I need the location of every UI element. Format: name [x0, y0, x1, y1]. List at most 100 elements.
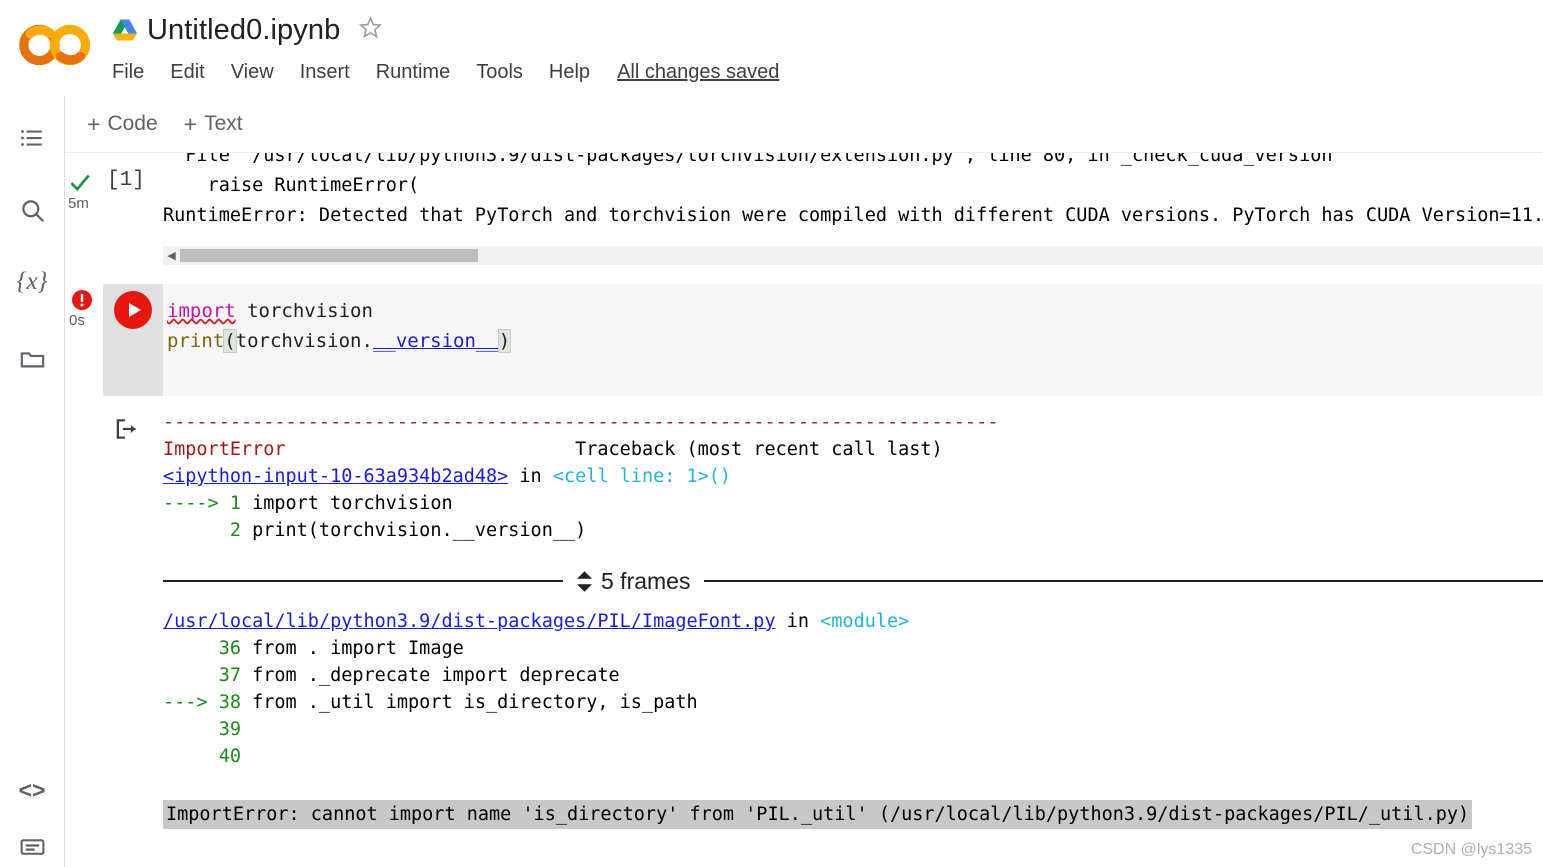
traceback-frame-2-code-line: 36 from . import Image — [163, 635, 1543, 662]
previous-output-line: File "/usr/local/lib/python3.9/dist-pack… — [163, 153, 1333, 166]
code-line-2: print(torchvision.__version__) — [167, 326, 1543, 356]
error-type-label: ImportError — [163, 439, 286, 460]
notebook-filename[interactable]: Untitled0.ipynb — [147, 14, 340, 47]
code-cell-gutter: 0s — [65, 284, 163, 396]
colab-logo[interactable] — [16, 14, 94, 76]
frames-rule-right — [704, 580, 1543, 582]
play-icon — [129, 303, 141, 317]
plus-icon: + — [87, 110, 101, 137]
list-icon — [21, 130, 42, 146]
frame-1-context: <cell line: 1>() — [552, 466, 732, 487]
previous-cell-runtime: 5m — [68, 195, 89, 212]
chevron-up-icon — [577, 570, 592, 579]
add-text-cell-button[interactable]: + Text — [184, 112, 243, 136]
add-text-label: Text — [204, 112, 243, 135]
frames-count-label: 5 frames — [601, 567, 691, 594]
dunder-version: __version__ — [372, 330, 499, 352]
cell-output: ----------------------------------------… — [65, 409, 1543, 839]
frame-2-lineno-40: 40 — [163, 746, 253, 767]
add-code-cell-button[interactable]: + Code — [87, 112, 158, 136]
frame-1-marker-1: ----> 1 — [163, 493, 253, 514]
traceback-frame-2-code-line: 40 — [163, 743, 1543, 770]
save-status-label[interactable]: All changes saved — [617, 61, 779, 84]
terminal-icon — [20, 838, 44, 855]
sidebar-item-terminal[interactable] — [14, 828, 50, 864]
frame-2-in: in — [775, 611, 821, 632]
previous-cell-gutter: 5m [1] — [65, 153, 163, 269]
frames-collapse-row[interactable]: 5 frames — [163, 560, 1543, 602]
previous-output-line: raise RuntimeError( — [163, 175, 420, 196]
left-sidebar-rail: {x} <> — [0, 96, 65, 867]
menu-bar: File Edit View Insert Runtime Tools Help… — [112, 56, 779, 88]
frame-2-lineno-38: ---> 38 — [163, 692, 253, 713]
scrollbar-thumb[interactable] — [180, 249, 478, 262]
traceback-frame-2-header: /usr/local/lib/python3.9/dist-packages/P… — [163, 608, 1543, 635]
folder-icon — [20, 351, 44, 367]
notebook-toolbar: + Code + Text — [65, 96, 1543, 153]
watermark-label: CSDN @lys1335 — [1410, 841, 1532, 858]
close-paren-highlight: ) — [497, 329, 512, 353]
sidebar-item-table-of-contents[interactable] — [14, 120, 50, 156]
menu-insert[interactable]: Insert — [287, 61, 363, 84]
menu-file[interactable]: File — [112, 61, 157, 84]
traceback-frame-2-code-line: 37 from ._deprecate import deprecate — [163, 662, 1543, 689]
scroll-left-arrow-icon[interactable]: ◀ — [163, 246, 180, 265]
frame-2-lineno-39: 39 — [163, 719, 253, 740]
code-editor[interactable]: import torchvision print(torchvision.__v… — [163, 284, 1543, 396]
frame-2-lineno-36: 36 — [163, 638, 253, 659]
frames-rule-left — [163, 580, 563, 582]
sidebar-item-files[interactable] — [14, 340, 50, 376]
output-horizontal-scrollbar[interactable]: ◀ — [163, 246, 1543, 265]
menu-help[interactable]: Help — [536, 61, 603, 84]
frame-2-code-38: from ._util import is_directory, is_path — [252, 692, 698, 713]
variables-icon: {x} — [16, 268, 48, 295]
chevron-down-icon — [577, 583, 592, 592]
frame-1-marker-2: 2 — [163, 520, 253, 541]
code-cell-run-strip — [103, 284, 163, 396]
frame-2-lineno-37: 37 — [163, 665, 253, 686]
code-cell: 0s import torchvision print(torchvision.… — [65, 284, 1543, 396]
frame-2-code-37: from ._deprecate import deprecate — [252, 665, 620, 686]
notebook-title-row: Untitled0.ipynb — [112, 8, 383, 52]
previous-output-text: File "/usr/local/lib/python3.9/dist-pack… — [163, 153, 1543, 231]
traceback-header-label: Traceback (most recent call last) — [575, 439, 943, 460]
previous-cell-output: 5m [1] File "/usr/local/lib/python3.9/di… — [65, 153, 1543, 269]
menu-view[interactable]: View — [218, 61, 287, 84]
frame-2-code-36: from . import Image — [252, 638, 464, 659]
code-line-2-mid: torchvision. — [235, 330, 373, 352]
traceback-frame-1-code-line: ----> 1 import torchvision — [163, 490, 1543, 517]
add-code-label: Code — [107, 112, 158, 135]
app-header: Untitled0.ipynb File Edit View Insert Ru… — [0, 0, 1543, 97]
frame-2-context: <module> — [820, 611, 910, 632]
frame-2-link[interactable]: /usr/local/lib/python3.9/dist-packages/P… — [163, 611, 776, 632]
menu-tools[interactable]: Tools — [463, 61, 536, 84]
frame-1-in: in — [508, 466, 553, 487]
star-outline-icon[interactable] — [349, 15, 383, 45]
plus-icon: + — [183, 110, 198, 137]
menu-edit[interactable]: Edit — [157, 61, 217, 84]
traceback-rule: ----------------------------------------… — [163, 412, 999, 433]
code-brackets-icon: <> — [18, 776, 46, 803]
code-cell-runtime: 0s — [69, 312, 85, 329]
sidebar-item-variables[interactable]: {x} — [14, 264, 50, 300]
frame-1-link[interactable]: <ipython-input-10-63a934b2ad48> — [163, 466, 508, 487]
frame-1-code-2: print(torchvision.__version__) — [252, 520, 587, 541]
error-badge-icon[interactable] — [71, 289, 93, 311]
frame-1-code-1: import torchvision — [252, 493, 453, 514]
traceback-frame-2-code-line: ---> 38 from ._util import is_directory,… — [163, 689, 1543, 716]
expand-frames-toggle[interactable] — [577, 570, 592, 592]
code-line-1-rest: torchvision — [235, 300, 373, 322]
previous-cell-execution-count: [1] — [107, 169, 145, 192]
run-cell-button[interactable] — [114, 291, 152, 329]
code-line-1: import torchvision — [167, 296, 1543, 326]
traceback-frame-2-code-line: 39 — [163, 716, 1543, 743]
traceback-spacer — [286, 439, 576, 460]
final-error-message: ImportError: cannot import name 'is_dire… — [163, 800, 1473, 829]
frames-label-group[interactable]: 5 frames — [563, 568, 704, 595]
traceback-title-row: ImportError Traceback (most recent call … — [163, 436, 1543, 463]
sidebar-item-code-snippets[interactable]: <> — [14, 772, 50, 808]
traceback-frame-1-code-line: 2 print(torchvision.__version__) — [163, 517, 1543, 544]
search-icon — [21, 199, 44, 222]
sidebar-item-search[interactable] — [14, 192, 50, 228]
menu-runtime[interactable]: Runtime — [363, 61, 463, 84]
